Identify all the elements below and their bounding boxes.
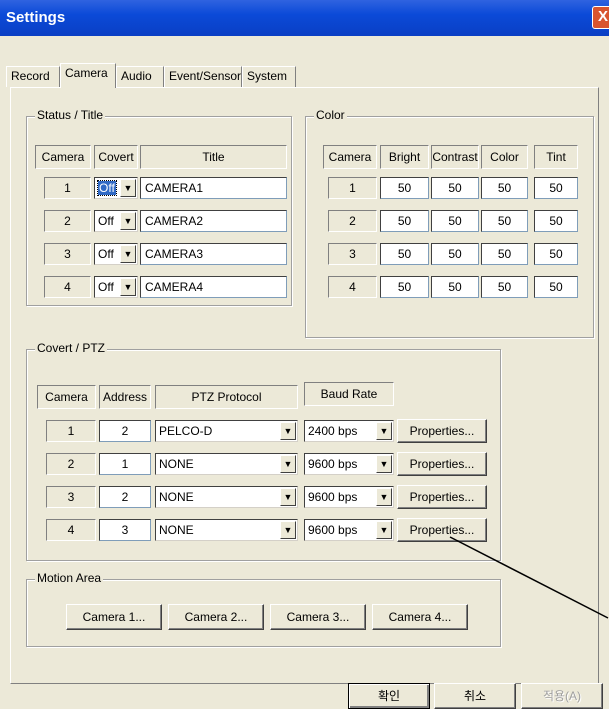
covert-ptz-legend: Covert / PTZ <box>35 341 108 355</box>
covert-select[interactable]: Off ▼ <box>94 177 138 199</box>
camera-number: 1 <box>44 177 91 199</box>
camera-number: 4 <box>46 519 96 541</box>
chevron-down-icon: ▼ <box>120 179 136 197</box>
address-input[interactable]: 2 <box>99 420 151 442</box>
tab-system[interactable]: System <box>242 66 296 87</box>
contrast-input[interactable]: 50 <box>431 210 479 232</box>
address-input[interactable]: 2 <box>99 486 151 508</box>
camera-number: 2 <box>328 210 377 232</box>
color-input[interactable]: 50 <box>481 210 528 232</box>
bright-input[interactable]: 50 <box>380 177 429 199</box>
header-contrast: Contrast <box>431 145 479 169</box>
tab-event-sensor[interactable]: Event/Sensor <box>164 66 242 87</box>
address-input[interactable]: 3 <box>99 519 151 541</box>
camera-number: 2 <box>44 210 91 232</box>
motion-camera-3-button[interactable]: Camera 3... <box>270 604 366 630</box>
baud-rate-select[interactable]: 9600 bps ▼ <box>304 519 394 541</box>
properties-button[interactable]: Properties... <box>397 452 487 476</box>
window-title: Settings <box>6 9 66 26</box>
header-camera: Camera <box>323 145 377 169</box>
motion-camera-4-button[interactable]: Camera 4... <box>372 604 468 630</box>
tab-audio[interactable]: Audio <box>116 66 164 87</box>
camera-number: 3 <box>46 486 96 508</box>
chevron-down-icon: ▼ <box>280 455 296 473</box>
chevron-down-icon: ▼ <box>376 488 392 506</box>
baud-rate-select[interactable]: 2400 bps ▼ <box>304 420 394 442</box>
color-legend: Color <box>314 108 347 122</box>
contrast-input[interactable]: 50 <box>431 177 479 199</box>
chevron-down-icon: ▼ <box>376 422 392 440</box>
header-tint: Tint <box>534 145 578 169</box>
chevron-down-icon: ▼ <box>120 278 136 296</box>
chevron-down-icon: ▼ <box>376 455 392 473</box>
baud-rate-select[interactable]: 9600 bps ▼ <box>304 453 394 475</box>
chevron-down-icon: ▼ <box>280 521 296 539</box>
tint-input[interactable]: 50 <box>534 177 578 199</box>
header-camera: Camera <box>35 145 91 169</box>
bright-input[interactable]: 50 <box>380 243 429 265</box>
tab-record[interactable]: Record <box>6 66 60 87</box>
contrast-input[interactable]: 50 <box>431 276 479 298</box>
bright-input[interactable]: 50 <box>380 276 429 298</box>
chevron-down-icon: ▼ <box>280 422 296 440</box>
covert-select[interactable]: Off ▼ <box>94 276 138 298</box>
camera-number: 1 <box>46 420 96 442</box>
covert-select[interactable]: Off ▼ <box>94 243 138 265</box>
header-color: Color <box>481 145 528 169</box>
close-button[interactable]: X <box>592 6 609 29</box>
motion-area-legend: Motion Area <box>35 571 104 585</box>
status-title-legend: Status / Title <box>35 108 106 122</box>
motion-camera-2-button[interactable]: Camera 2... <box>168 604 264 630</box>
color-input[interactable]: 50 <box>481 276 528 298</box>
header-covert: Covert <box>94 145 138 169</box>
properties-button[interactable]: Properties... <box>397 485 487 509</box>
header-baud-rate: Baud Rate <box>304 382 394 406</box>
ptz-protocol-select[interactable]: PELCO-D ▼ <box>155 420 298 442</box>
camera-title-input[interactable]: CAMERA1 <box>140 177 287 199</box>
properties-button[interactable]: Properties... <box>397 419 487 443</box>
bright-input[interactable]: 50 <box>380 210 429 232</box>
properties-button[interactable]: Properties... <box>397 518 487 542</box>
camera-number: 4 <box>328 276 377 298</box>
contrast-input[interactable]: 50 <box>431 243 479 265</box>
camera-number: 3 <box>44 243 91 265</box>
camera-title-input[interactable]: CAMERA2 <box>140 210 287 232</box>
ptz-protocol-select[interactable]: NONE ▼ <box>155 486 298 508</box>
color-input[interactable]: 50 <box>481 243 528 265</box>
tab-camera[interactable]: Camera <box>60 63 116 88</box>
ptz-protocol-select[interactable]: NONE ▼ <box>155 453 298 475</box>
tint-input[interactable]: 50 <box>534 210 578 232</box>
camera-number: 4 <box>44 276 91 298</box>
header-camera: Camera <box>37 385 96 409</box>
header-address: Address <box>99 385 151 409</box>
apply-button[interactable]: 적용(A) <box>521 683 603 709</box>
ok-button[interactable]: 확인 <box>348 683 430 709</box>
cancel-button[interactable]: 취소 <box>434 683 516 709</box>
tint-input[interactable]: 50 <box>534 276 578 298</box>
covert-select[interactable]: Off ▼ <box>94 210 138 232</box>
camera-title-input[interactable]: CAMERA3 <box>140 243 287 265</box>
chevron-down-icon: ▼ <box>280 488 296 506</box>
motion-camera-1-button[interactable]: Camera 1... <box>66 604 162 630</box>
tint-input[interactable]: 50 <box>534 243 578 265</box>
baud-rate-select[interactable]: 9600 bps ▼ <box>304 486 394 508</box>
header-bright: Bright <box>380 145 429 169</box>
header-ptz-protocol: PTZ Protocol <box>155 385 298 409</box>
camera-number: 2 <box>46 453 96 475</box>
header-title: Title <box>140 145 287 169</box>
chevron-down-icon: ▼ <box>120 212 136 230</box>
color-input[interactable]: 50 <box>481 177 528 199</box>
chevron-down-icon: ▼ <box>120 245 136 263</box>
camera-title-input[interactable]: CAMERA4 <box>140 276 287 298</box>
camera-number: 1 <box>328 177 377 199</box>
chevron-down-icon: ▼ <box>376 521 392 539</box>
address-input[interactable]: 1 <box>99 453 151 475</box>
ptz-protocol-select[interactable]: NONE ▼ <box>155 519 298 541</box>
title-bar: Settings X <box>0 0 609 36</box>
camera-number: 3 <box>328 243 377 265</box>
